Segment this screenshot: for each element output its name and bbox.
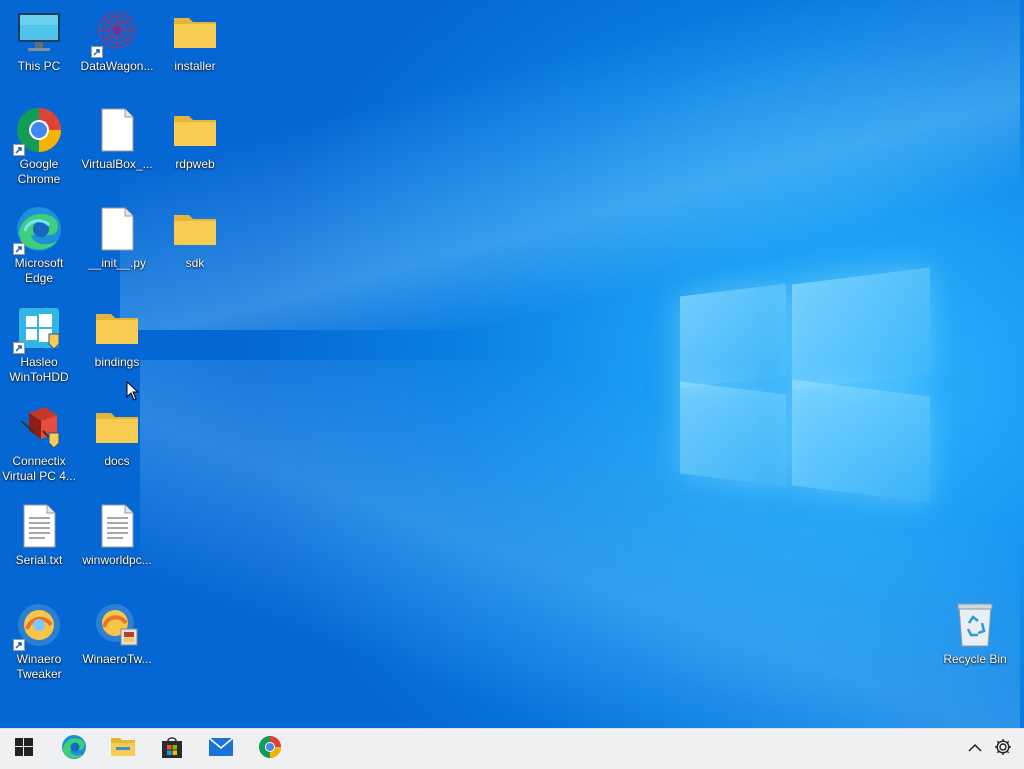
desktop-icon-microsoft-edge[interactable]: Microsoft Edge — [1, 205, 77, 286]
connectix-virtual-pc-icon — [15, 403, 63, 451]
desktop-icon-hasleo-wintohdd[interactable]: Hasleo WinToHDD — [1, 304, 77, 385]
desktop-icon-serial-txt[interactable]: Serial.txt — [1, 502, 77, 568]
store-icon — [160, 735, 184, 764]
chrome-icon — [13, 106, 63, 156]
mouse-cursor-icon — [126, 380, 140, 406]
desktop-icon-google-chrome[interactable]: Google Chrome — [1, 106, 77, 187]
desktop-icon-rdpweb-folder[interactable]: rdpweb — [157, 106, 233, 172]
desktop-icon-label: WinaeroTw... — [82, 652, 152, 666]
file-explorer-icon — [110, 735, 136, 764]
desktop-icon-label: Winaero Tweaker — [16, 652, 62, 681]
hasleo-wintohdd-icon — [13, 304, 63, 354]
desktop-icon-label: Connectix Virtual PC 4... — [2, 454, 76, 483]
taskbar-store-button[interactable] — [148, 729, 196, 769]
folder-icon — [171, 205, 219, 253]
chrome-icon — [258, 735, 282, 764]
desktop-icon-init-py[interactable]: __init__.py — [79, 205, 155, 271]
winaero-tweaker-icon — [13, 601, 63, 651]
desktop-icon-label: Hasleo WinToHDD — [9, 355, 69, 384]
desktop-icon-this-pc[interactable]: This PC — [1, 8, 77, 74]
desktop-icon-label: bindings — [94, 355, 140, 369]
datawagon-icon — [91, 8, 141, 58]
desktop-icon-label: rdpweb — [175, 157, 215, 171]
desktop-icon-label: Google Chrome — [17, 157, 61, 186]
desktop-icon-connectix-virtual-pc[interactable]: Connectix Virtual PC 4... — [1, 403, 77, 484]
desktop-icon-recycle-bin[interactable]: Recycle Bin — [937, 601, 1013, 667]
taskbar-chrome-button[interactable] — [246, 729, 294, 769]
taskbar-edge-button[interactable] — [50, 729, 98, 769]
text-document-icon — [15, 502, 63, 550]
desktop-icon-label: DataWagon... — [80, 59, 154, 73]
desktop-icon-virtualbox-file[interactable]: VirtualBox_... — [79, 106, 155, 172]
chevron-up-icon — [968, 740, 982, 758]
show-hidden-icons-button[interactable] — [962, 729, 988, 769]
desktop-icon-datawagon[interactable]: DataWagon... — [79, 8, 155, 74]
mail-icon — [208, 736, 234, 762]
taskbar — [0, 728, 1024, 769]
desktop-icon-label: winworldpc... — [82, 553, 152, 567]
windows-start-icon — [15, 737, 33, 761]
monitor-icon — [15, 8, 63, 56]
folder-icon — [171, 106, 219, 154]
folder-icon — [93, 403, 141, 451]
folder-icon — [93, 304, 141, 352]
blank-document-icon — [93, 106, 141, 154]
settings-button[interactable] — [990, 729, 1016, 769]
desktop-icon-winaero-tweaker[interactable]: Winaero Tweaker — [1, 601, 77, 682]
gear-icon — [994, 738, 1012, 761]
shortcut-arrow-icon — [91, 46, 103, 58]
desktop-icon-winworldpc[interactable]: winworldpc... — [79, 502, 155, 568]
desktop-icon-label: This PC — [17, 59, 61, 73]
shortcut-arrow-icon — [13, 639, 25, 651]
desktop-icon-docs-folder[interactable]: docs — [79, 403, 155, 469]
taskbar-mail-button[interactable] — [197, 729, 245, 769]
text-document-icon — [93, 502, 141, 550]
shortcut-arrow-icon — [13, 144, 25, 156]
blank-document-icon — [93, 205, 141, 253]
desktop-icon-label: installer — [174, 59, 216, 73]
desktop-icon-bindings-folder[interactable]: bindings — [79, 304, 155, 370]
desktop-icon-installer-folder[interactable]: installer — [157, 8, 233, 74]
desktop-icon-label: sdk — [185, 256, 205, 270]
desktop-icon-label: docs — [104, 454, 130, 468]
desktop-icon-sdk-folder[interactable]: sdk — [157, 205, 233, 271]
desktop-icon-label: Serial.txt — [15, 553, 63, 567]
desktop-icon-winaerotweaker-setup[interactable]: WinaeroTw... — [79, 601, 155, 667]
shortcut-arrow-icon — [13, 342, 25, 354]
desktop[interactable]: This PC Google Chrome Microsoft Edge Has… — [0, 0, 1024, 728]
desktop-icon-label: VirtualBox_... — [81, 157, 153, 171]
folder-icon — [171, 8, 219, 56]
edge-icon — [61, 734, 87, 765]
desktop-icon-label: __init__.py — [87, 256, 147, 270]
recycle-bin-icon — [951, 601, 999, 649]
wallpaper-windows-logo — [680, 258, 930, 512]
desktop-icon-label: Microsoft Edge — [14, 256, 64, 285]
winaero-tweaker-setup-icon — [93, 601, 141, 649]
taskbar-file-explorer-button[interactable] — [99, 729, 147, 769]
desktop-icon-label: Recycle Bin — [943, 652, 1007, 666]
start-button[interactable] — [0, 729, 48, 769]
edge-icon — [13, 205, 63, 255]
shortcut-arrow-icon — [13, 243, 25, 255]
